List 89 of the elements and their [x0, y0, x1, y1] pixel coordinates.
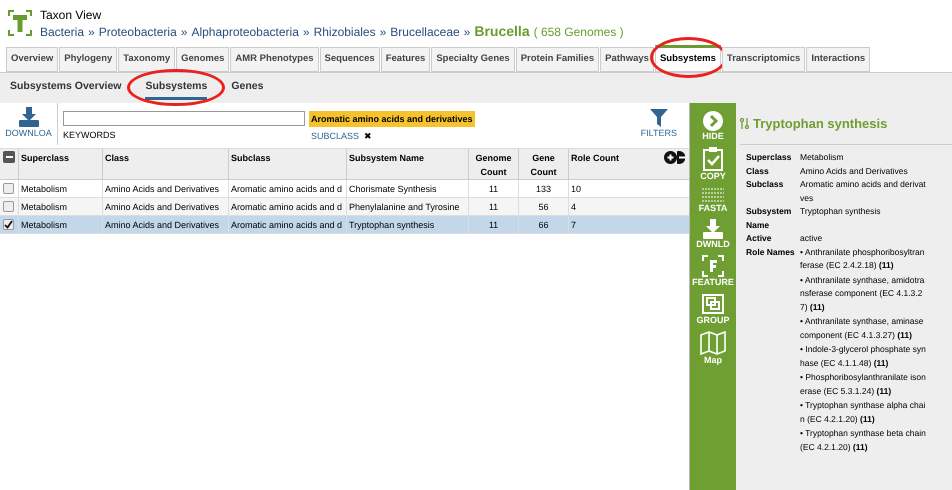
table-cell: Amino Acids and Derivatives [102, 216, 228, 234]
field-value: active [800, 232, 824, 245]
pathway-icon [740, 117, 749, 130]
breadcrumb-link[interactable]: Alphaproteobacteria [191, 24, 299, 40]
field-label: Superclass [746, 151, 792, 164]
field-label: Subsystem Name [746, 205, 792, 232]
download-button[interactable]: DOWNLOA [0, 103, 58, 145]
row-checkbox[interactable] [3, 201, 14, 212]
breadcrumb-separator: » [464, 24, 470, 40]
funnel-icon [650, 109, 668, 127]
field-label: Active [746, 232, 773, 245]
role-name: • Tryptophan synthase beta chain (EC 4.2.1.20) (11) [800, 427, 927, 454]
breadcrumb-separator: » [380, 24, 386, 40]
taxon-name: Brucella [474, 22, 530, 38]
tab[interactable]: Interactions [806, 47, 870, 72]
tab[interactable]: Protein Families [516, 47, 600, 72]
breadcrumb-link[interactable]: Proteobacteria [98, 24, 177, 40]
role-name: • Anthranilate phosphoribosyltran ferase (EC 2.4.2.18) (11) [800, 246, 926, 272]
field-value: Amino Acids and Derivatives [800, 164, 909, 178]
column-header[interactable]: Subsystem Name [346, 149, 468, 179]
subtab[interactable]: Subsystems [145, 76, 208, 100]
field-value: Tryptophan synthesis [800, 205, 882, 218]
keywords-field[interactable] [63, 111, 305, 126]
tab[interactable]: Sequences [320, 47, 380, 72]
filter-field-label: SUBCLASS [311, 130, 360, 143]
tab[interactable]: Pathways [600, 47, 654, 72]
chevron-circle-icon [702, 111, 723, 131]
table-cell: 66 [518, 216, 568, 234]
breadcrumb-link[interactable]: Brucellaceae [390, 24, 460, 40]
subtab[interactable]: Genes [231, 76, 264, 100]
column-header[interactable]: Class [102, 149, 228, 179]
taxon-logo-icon [8, 10, 32, 36]
row-checkbox[interactable] [3, 219, 14, 230]
field-label: Class [746, 164, 770, 178]
add-column-icon[interactable] [664, 151, 677, 164]
table-cell: 11 [468, 216, 518, 234]
table-row[interactable]: Metabolism Amino Acids and Derivatives Aromatic amino acids and d Chorismate Synthesis 11 133 10 [0, 180, 689, 198]
role-name: • Tryptophan synthase alpha chai n (EC 4.2.1.20) (11) [800, 399, 926, 426]
filter-chip: Aromatic amino acids and derivatives [309, 111, 475, 127]
tab[interactable]: Subsystems [654, 45, 721, 72]
genome-count: ( 658 Genomes ) [534, 24, 624, 40]
column-header[interactable]: Genome Count [468, 149, 518, 179]
table-cell: 7 [568, 216, 656, 234]
role-name: • Phosphoribosylanthranilate ison erase (EC 5.3.1.24) (11) [800, 371, 927, 398]
remove-column-icon[interactable] [677, 151, 685, 164]
tab[interactable]: Transcriptomics [722, 47, 806, 72]
table-row[interactable]: Metabolism Amino Acids and Derivatives Aromatic amino acids and d Phenylalanine and Tyrosine 11 56 4 [0, 198, 689, 216]
field-value: Aromatic amino acids and derivat ves [800, 178, 927, 204]
framed-letter-icon [702, 255, 724, 277]
tab[interactable]: Overview [6, 47, 58, 72]
folded-map-icon [700, 331, 726, 355]
column-header[interactable]: Role Count [568, 149, 656, 179]
filters-button[interactable]: FILTERS [640, 103, 677, 140]
tab[interactable]: Genomes [176, 47, 230, 72]
download-icon [702, 219, 724, 239]
select-all-checkbox[interactable] [3, 151, 15, 163]
table-cell: Aromatic amino acids and d [228, 216, 346, 234]
grouped-squares-icon [700, 293, 725, 315]
table-cell: Metabolism [18, 216, 102, 234]
row-checkbox[interactable] [3, 183, 14, 194]
table-cell: Tryptophan synthesis [346, 216, 468, 234]
subtab[interactable]: Subsystems Overview [10, 76, 122, 100]
column-header[interactable]: Subclass [228, 149, 346, 179]
keywords-label: KEYWORDS [63, 129, 117, 142]
clipboard-check-icon [702, 147, 723, 171]
role-name: • Anthranilate synthase, amidotra nsferase component (EC 4.1.3.2 7) (11) [800, 274, 926, 314]
sequence-text-icon [700, 187, 726, 203]
table-row[interactable]: Metabolism Amino Acids and Derivatives Aromatic amino acids and d Tryptophan synthesis 11 66 7 [0, 216, 689, 234]
breadcrumb-separator: » [180, 24, 188, 40]
page-title: Taxon View [40, 6, 102, 22]
breadcrumb-link[interactable]: Bacteria [40, 24, 84, 40]
column-header[interactable]: Superclass [18, 149, 102, 179]
tab[interactable]: Phylogeny [59, 47, 118, 72]
field-value: Metabolism [800, 151, 844, 164]
breadcrumb-separator: » [302, 24, 310, 40]
role-name: • Anthranilate synthase, aminase component (EC 4.1.3.27) (11) [800, 315, 924, 342]
column-header[interactable]: Gene Count [518, 149, 568, 179]
field-label: Role Names [746, 246, 796, 258]
tab[interactable]: Taxonomy [118, 47, 176, 72]
breadcrumb-link[interactable]: Rhizobiales [314, 24, 376, 40]
breadcrumb-separator: » [88, 24, 95, 40]
tab[interactable]: Specialty Genes [431, 47, 515, 72]
remove-filter-button[interactable]: ✖ [364, 130, 372, 144]
download-icon [18, 107, 40, 127]
tab[interactable]: Features [380, 47, 430, 72]
role-name: • Indole-3-glycerol phosphate syn hase (EC 4.1.1.48) (11) [800, 343, 927, 370]
field-label: Subclass [746, 178, 784, 191]
tab[interactable]: AMR Phenotypes [230, 47, 319, 72]
detail-title: Tryptophan synthesis [753, 114, 888, 133]
